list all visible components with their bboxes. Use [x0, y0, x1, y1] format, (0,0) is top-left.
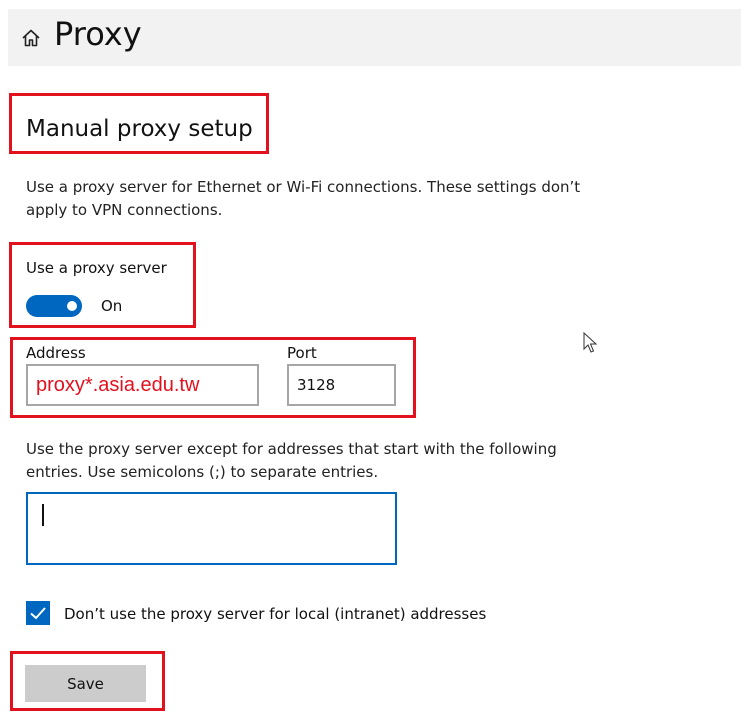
toggle-state-label: On	[101, 297, 123, 315]
proxy-description: Use a proxy server for Ethernet or Wi-Fi…	[26, 178, 581, 219]
port-value: 3128	[297, 376, 336, 394]
exceptions-description: Use the proxy server except for addresse…	[26, 440, 557, 481]
local-bypass-label: Don’t use the proxy server for local (in…	[64, 605, 487, 623]
address-field[interactable]: proxy*.asia.edu.tw	[26, 364, 259, 406]
home-icon[interactable]	[21, 28, 41, 48]
use-proxy-toggle[interactable]	[26, 295, 82, 317]
toggle-knob	[67, 301, 77, 311]
save-button[interactable]: Save	[25, 665, 146, 702]
exceptions-input[interactable]	[26, 492, 397, 565]
text-caret	[42, 504, 44, 526]
checkmark-icon	[30, 607, 46, 620]
section-title: Manual proxy setup	[26, 116, 253, 142]
page-title: Proxy	[54, 15, 142, 53]
mouse-cursor-icon	[583, 332, 598, 353]
port-field[interactable]: 3128	[287, 364, 396, 406]
port-label: Port	[287, 344, 317, 362]
address-value: proxy*.asia.edu.tw	[36, 373, 200, 396]
local-bypass-checkbox[interactable]	[26, 601, 50, 625]
use-proxy-label: Use a proxy server	[26, 259, 167, 277]
address-label: Address	[26, 344, 86, 362]
